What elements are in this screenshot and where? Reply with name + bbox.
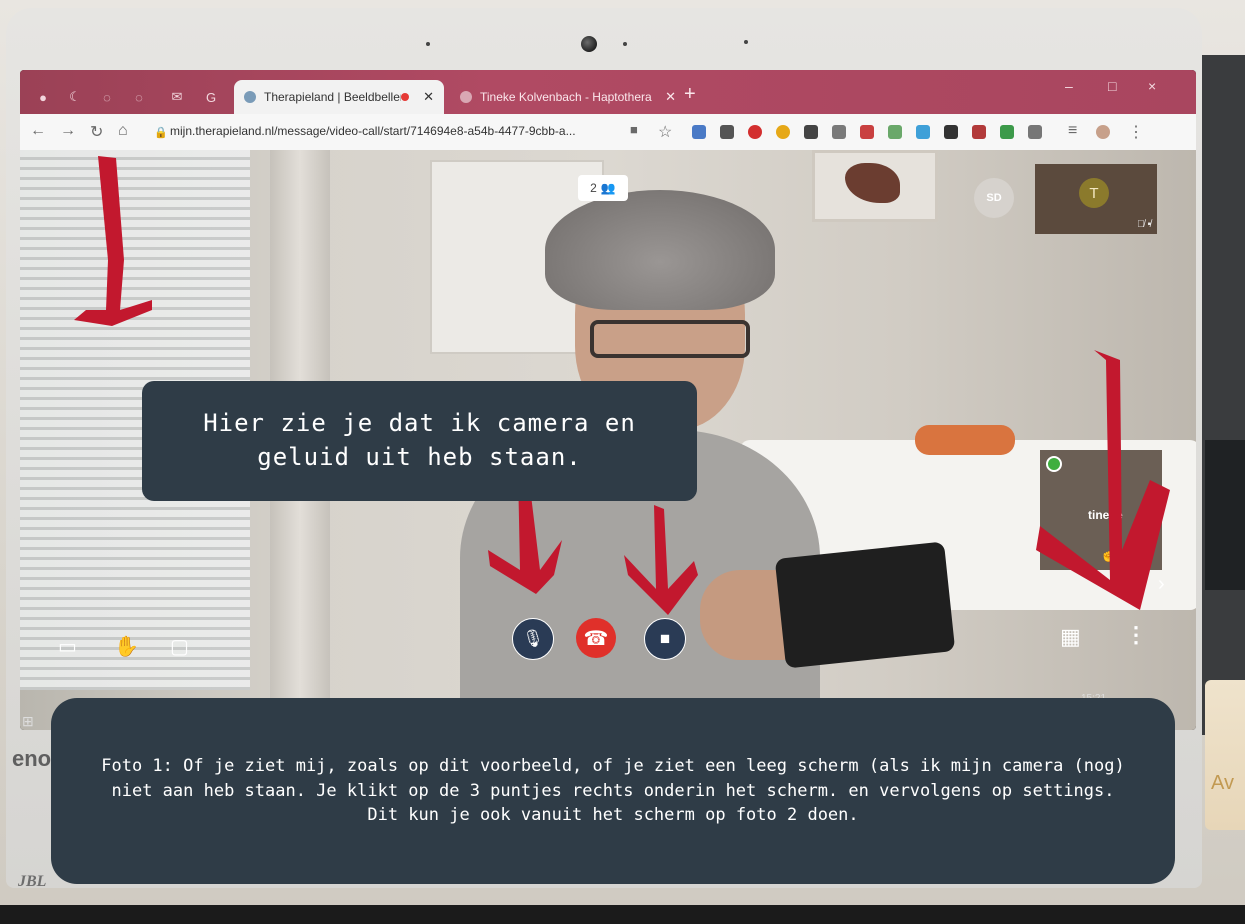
more-options-icon[interactable]: ⋮ bbox=[1125, 622, 1147, 648]
camera-off-button[interactable]: ■ bbox=[644, 618, 686, 660]
url-field[interactable]: mijn.therapieland.nl/message/video-call/… bbox=[170, 124, 576, 138]
home-icon[interactable]: ⌂ bbox=[118, 122, 128, 140]
photo-scene: Av eno JBL ● ☾ ◌ ◌ ✉ G Therapieland | Be… bbox=[0, 0, 1245, 924]
mic-off-icon: 🎙 bbox=[522, 629, 544, 648]
background-monitor bbox=[1200, 55, 1245, 735]
evernote-icon[interactable] bbox=[1000, 125, 1014, 139]
tab-label: Tineke Kolvenbach - Haptothera bbox=[480, 90, 652, 104]
reading-list-icon[interactable]: ≡ bbox=[1068, 122, 1077, 140]
extension-icon[interactable] bbox=[916, 125, 930, 139]
extension-icon[interactable] bbox=[1028, 125, 1042, 139]
extension-icon[interactable] bbox=[832, 125, 846, 139]
avatar[interactable]: SD bbox=[974, 178, 1014, 218]
paper-text: Av bbox=[1211, 772, 1234, 794]
tab-label: Therapieland | Beeldbellen bbox=[264, 90, 402, 104]
grid-view-icon[interactable]: ▦ bbox=[1060, 624, 1081, 650]
annotation-callout: Hier zie je dat ik camera en geluid uit … bbox=[142, 381, 697, 501]
keyboard-edge bbox=[0, 905, 1245, 924]
sensor-dot bbox=[623, 42, 627, 46]
muted-status-icon: 🎙̸ ▪̸ bbox=[1137, 219, 1151, 230]
background-paper: Av bbox=[1205, 680, 1245, 830]
tab-therapieland[interactable]: Therapieland | Beeldbellen ✕ bbox=[234, 80, 444, 114]
extension-icon[interactable] bbox=[972, 125, 986, 139]
end-call-button[interactable]: ☎ bbox=[576, 618, 616, 658]
lock-icon: 🔒 bbox=[154, 127, 168, 139]
profile-avatar[interactable] bbox=[1096, 125, 1110, 139]
participant-tile-top[interactable]: T 🎙̸ ▪̸ bbox=[1035, 164, 1157, 234]
close-window-button[interactable]: × bbox=[1148, 78, 1156, 94]
screen-share-icon[interactable]: ▭ bbox=[58, 634, 77, 659]
speaker-brand: JBL bbox=[18, 873, 47, 890]
red-arrow-top-left bbox=[74, 156, 152, 326]
calendar-extension-icon[interactable] bbox=[692, 125, 706, 139]
new-tab-button[interactable]: + bbox=[684, 83, 696, 106]
pinned-tab-icon[interactable]: ◌ bbox=[128, 86, 150, 108]
sensor-dot bbox=[744, 40, 748, 44]
background-dark-object bbox=[1205, 440, 1245, 590]
reload-icon[interactable]: ↻ bbox=[90, 122, 103, 142]
participants-icon: 👥 bbox=[600, 181, 616, 195]
person-glasses bbox=[590, 320, 750, 358]
chat-icon[interactable]: ▢ bbox=[170, 634, 189, 659]
menu-icon[interactable]: ⋮ bbox=[1128, 122, 1144, 142]
camera-off-icon: ■ bbox=[659, 629, 671, 648]
forward-icon[interactable]: → bbox=[60, 122, 76, 140]
pinterest-icon[interactable] bbox=[748, 125, 762, 139]
end-call-icon: ☎ bbox=[583, 627, 609, 650]
back-icon[interactable]: ← bbox=[30, 122, 46, 140]
mail-icon[interactable]: ✉ bbox=[166, 86, 188, 108]
windows-start-icon[interactable]: ⊞ bbox=[22, 713, 34, 730]
extension-icon[interactable] bbox=[804, 125, 818, 139]
pinned-tab-icon[interactable]: ☾ bbox=[64, 86, 86, 108]
minimize-button[interactable]: – bbox=[1065, 78, 1073, 94]
red-arrow-camera bbox=[624, 505, 698, 615]
annotation-caption: Foto 1: Of je ziet mij, zoals op dit voo… bbox=[51, 698, 1175, 884]
annotation-text: Hier zie je dat ik camera en geluid uit … bbox=[203, 409, 636, 471]
red-arrow-more-options bbox=[1036, 350, 1170, 610]
participant-count: 2 bbox=[590, 181, 597, 195]
pinned-tab-icon[interactable]: ● bbox=[32, 86, 54, 108]
room-pillow bbox=[915, 425, 1015, 455]
extension-icon[interactable] bbox=[860, 125, 874, 139]
mic-off-button[interactable]: 🎙 bbox=[512, 618, 554, 660]
close-tab-icon[interactable]: ✕ bbox=[665, 89, 676, 105]
person-phone bbox=[774, 541, 956, 669]
favicon-icon bbox=[244, 91, 256, 103]
webcam bbox=[581, 36, 597, 52]
google-icon[interactable]: G bbox=[200, 86, 222, 108]
extension-icon[interactable] bbox=[720, 125, 734, 139]
favicon-icon bbox=[460, 91, 472, 103]
raise-hand-icon[interactable]: ✋ bbox=[114, 634, 139, 659]
close-tab-icon[interactable]: ✕ bbox=[423, 89, 434, 105]
extension-icon[interactable] bbox=[944, 125, 958, 139]
pinned-tab-icon[interactable]: ◌ bbox=[96, 86, 118, 108]
sensor-dot bbox=[426, 42, 430, 46]
maximize-button[interactable]: □ bbox=[1108, 78, 1116, 94]
bookmark-star-icon[interactable]: ☆ bbox=[658, 122, 672, 142]
address-bar: ← → ↻ ⌂ 🔒 mijn.therapieland.nl/message/v… bbox=[20, 114, 1196, 151]
tab-tineke[interactable]: Tineke Kolvenbach - Haptothera ✕ bbox=[450, 80, 686, 114]
extension-icon[interactable] bbox=[888, 125, 902, 139]
avatar: T bbox=[1079, 178, 1109, 208]
extension-icon[interactable] bbox=[776, 125, 790, 139]
room-painting bbox=[812, 150, 938, 222]
browser-tab-bar: ● ☾ ◌ ◌ ✉ G Therapieland | Beeldbellen ✕… bbox=[20, 70, 1196, 114]
person-hair bbox=[545, 190, 775, 310]
laptop-brand: eno bbox=[12, 746, 52, 771]
camera-indicator-icon[interactable]: ■ bbox=[630, 122, 638, 137]
recording-icon bbox=[401, 93, 410, 101]
caption-text: Foto 1: Of je ziet mij, zoals op dit voo… bbox=[101, 756, 1125, 826]
participant-count-badge[interactable]: 2 👥 bbox=[578, 175, 628, 201]
